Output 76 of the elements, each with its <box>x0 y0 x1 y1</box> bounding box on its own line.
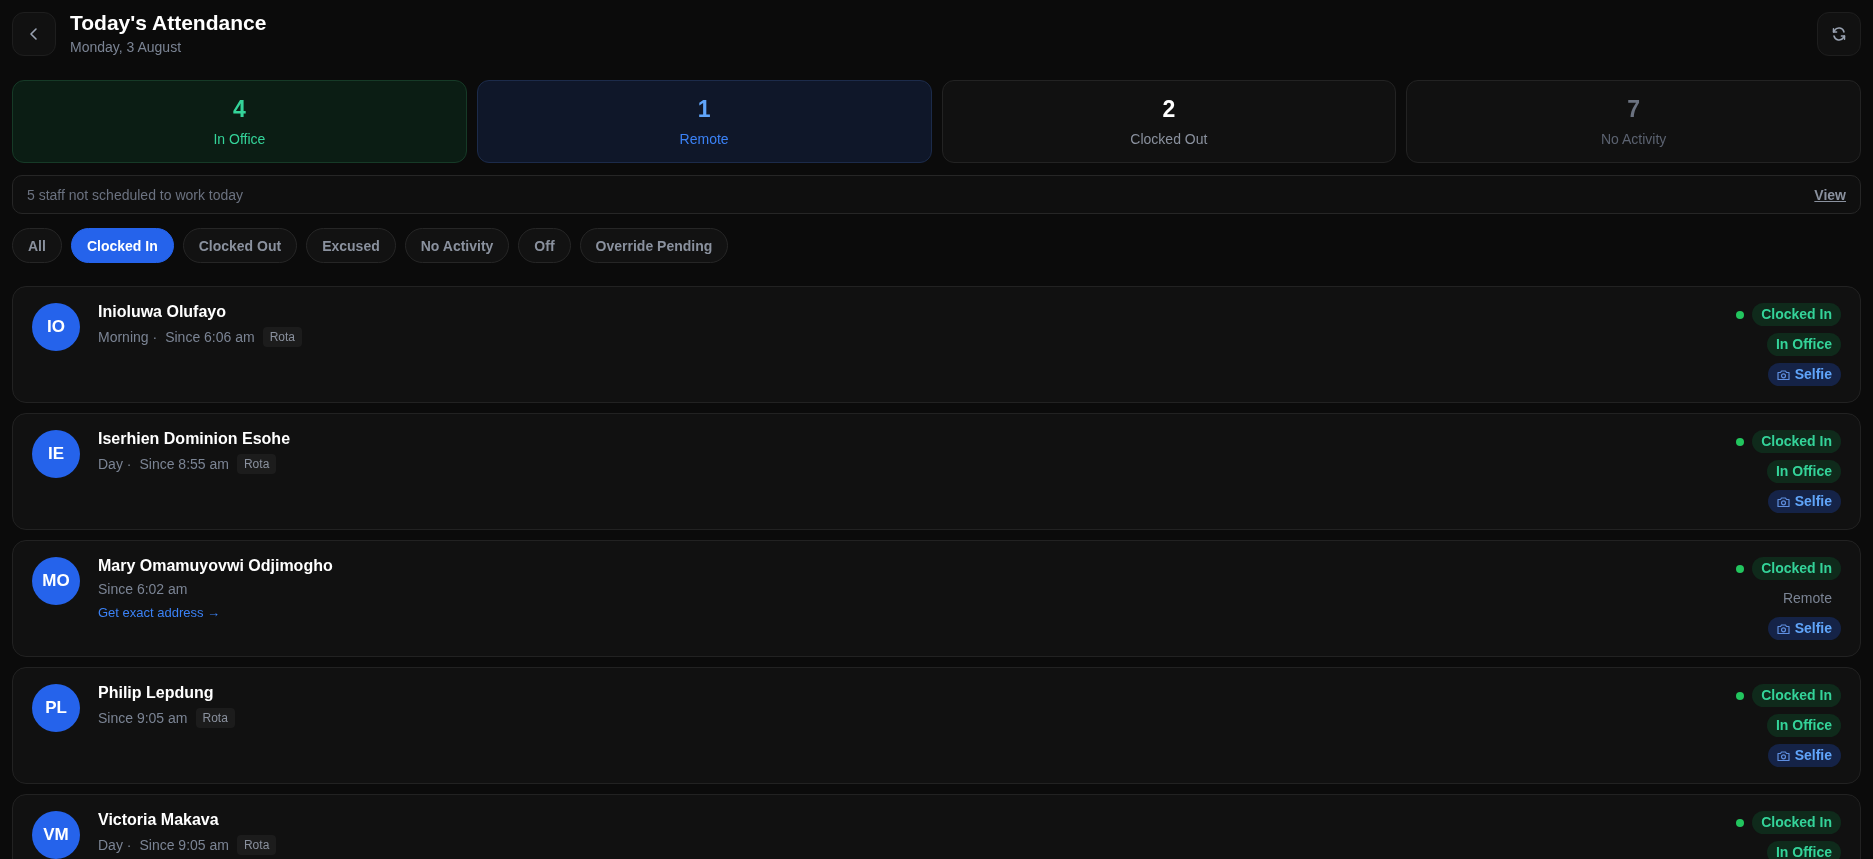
staff-card[interactable]: IE Iserhien Dominion Esohe Day · Since 8:55 am Rota Clocked In In Office Selfie <box>12 413 1861 530</box>
status-badge: Clocked In <box>1752 303 1841 326</box>
rota-tag: Rota <box>236 835 277 855</box>
staff-name: Mary Omamuyovwi Odjimogho <box>98 557 333 575</box>
since-time: Since 9:05 am <box>98 710 188 726</box>
since-time: Since 8:55 am <box>139 456 229 472</box>
status-badge: Clocked In <box>1752 811 1841 834</box>
location-label: Remote <box>1781 589 1833 608</box>
location-badge: In Office <box>1767 714 1841 737</box>
staff-card[interactable]: IO Inioluwa Olufayo Morning · Since 6:06 am Rota Clocked In In Office Selfie <box>12 286 1861 403</box>
status-badge: Clocked In <box>1752 557 1841 580</box>
status-dot <box>1736 310 1745 319</box>
camera-icon <box>1776 368 1790 381</box>
page-title: Today's Attendance <box>70 11 267 35</box>
selfie-badge[interactable]: Selfie <box>1767 363 1841 386</box>
rota-tag: Rota <box>236 454 277 474</box>
filter-tab[interactable]: Clocked In <box>70 228 174 263</box>
filter-tab[interactable]: Override Pending <box>579 228 729 263</box>
address-link[interactable]: Get exact address → <box>98 605 333 620</box>
status-dot <box>1736 564 1745 573</box>
status-badge: Clocked In <box>1752 684 1841 707</box>
stat-value: 1 <box>697 96 711 123</box>
selfie-badge[interactable]: Selfie <box>1767 744 1841 767</box>
filter-tab[interactable]: Clocked Out <box>182 228 298 263</box>
avatar: IO <box>32 303 80 351</box>
shift-label: Morning · <box>98 329 158 345</box>
view-link[interactable]: View <box>1814 186 1846 203</box>
stat-label: No Activity <box>1600 131 1667 147</box>
refresh-icon <box>1831 26 1847 42</box>
avatar: PL <box>32 684 80 732</box>
camera-icon <box>1776 749 1790 762</box>
avatar: VM <box>32 811 80 859</box>
stat-value: 7 <box>1627 96 1640 123</box>
avatar: MO <box>32 557 80 605</box>
since-time: Since 9:05 am <box>139 837 229 853</box>
selfie-badge[interactable]: Selfie <box>1767 617 1841 640</box>
stat-value: 2 <box>1162 96 1176 123</box>
filter-tab[interactable]: Excused <box>306 228 396 263</box>
stat-label: In Office <box>213 131 266 147</box>
staff-card[interactable]: VM Victoria Makava Day · Since 9:05 am Rota Clocked In In Office <box>12 794 1861 859</box>
rota-tag: Rota <box>195 708 235 728</box>
date-subtitle: Monday, 3 August <box>70 39 183 55</box>
status-badge: Clocked In <box>1752 430 1841 453</box>
rota-tag: Rota <box>262 327 302 347</box>
notice-text: 5 staff not scheduled to work today <box>27 186 244 203</box>
selfie-badge[interactable]: Selfie <box>1767 490 1841 513</box>
location-badge: In Office <box>1767 841 1841 859</box>
location-badge: In Office <box>1767 333 1841 356</box>
shift-label: Day · <box>98 456 132 472</box>
staff-name: Inioluwa Olufayo <box>98 303 227 321</box>
stat-label: Clocked Out <box>1130 131 1208 147</box>
stat-label: Remote <box>679 131 729 147</box>
filter-tab[interactable]: All <box>12 228 62 263</box>
status-dot <box>1736 437 1745 446</box>
stat-card[interactable]: 7 No Activity <box>1406 80 1861 163</box>
staff-name: Philip Lepdung <box>98 684 215 702</box>
shift-label: Day · <box>98 837 132 853</box>
since-time: Since 6:06 am <box>165 329 255 345</box>
filter-tab[interactable]: No Activity <box>404 228 510 263</box>
refresh-button[interactable] <box>1817 12 1861 56</box>
staff-card[interactable]: MO Mary Omamuyovwi Odjimogho Since 6:02 am Get exact address → Clocked In Remote Selfie <box>12 540 1861 657</box>
stat-card[interactable]: 2 Clocked Out <box>941 80 1397 163</box>
status-dot <box>1736 818 1745 827</box>
location-badge: In Office <box>1767 460 1841 483</box>
since-time: Since 6:02 am <box>98 581 188 597</box>
avatar: IE <box>32 430 80 478</box>
status-dot <box>1736 691 1745 700</box>
camera-icon <box>1776 495 1790 508</box>
camera-icon <box>1776 622 1790 635</box>
staff-name: Victoria Makava <box>98 811 220 829</box>
staff-card[interactable]: PL Philip Lepdung Since 9:05 am Rota Clocked In In Office Selfie <box>12 667 1861 784</box>
filter-tab[interactable]: Off <box>518 228 571 263</box>
stat-card[interactable]: 4 In Office <box>12 80 467 163</box>
staff-name: Iserhien Dominion Esohe <box>98 430 291 448</box>
stat-card[interactable]: 1 Remote <box>476 80 932 163</box>
stat-value: 4 <box>232 96 246 123</box>
